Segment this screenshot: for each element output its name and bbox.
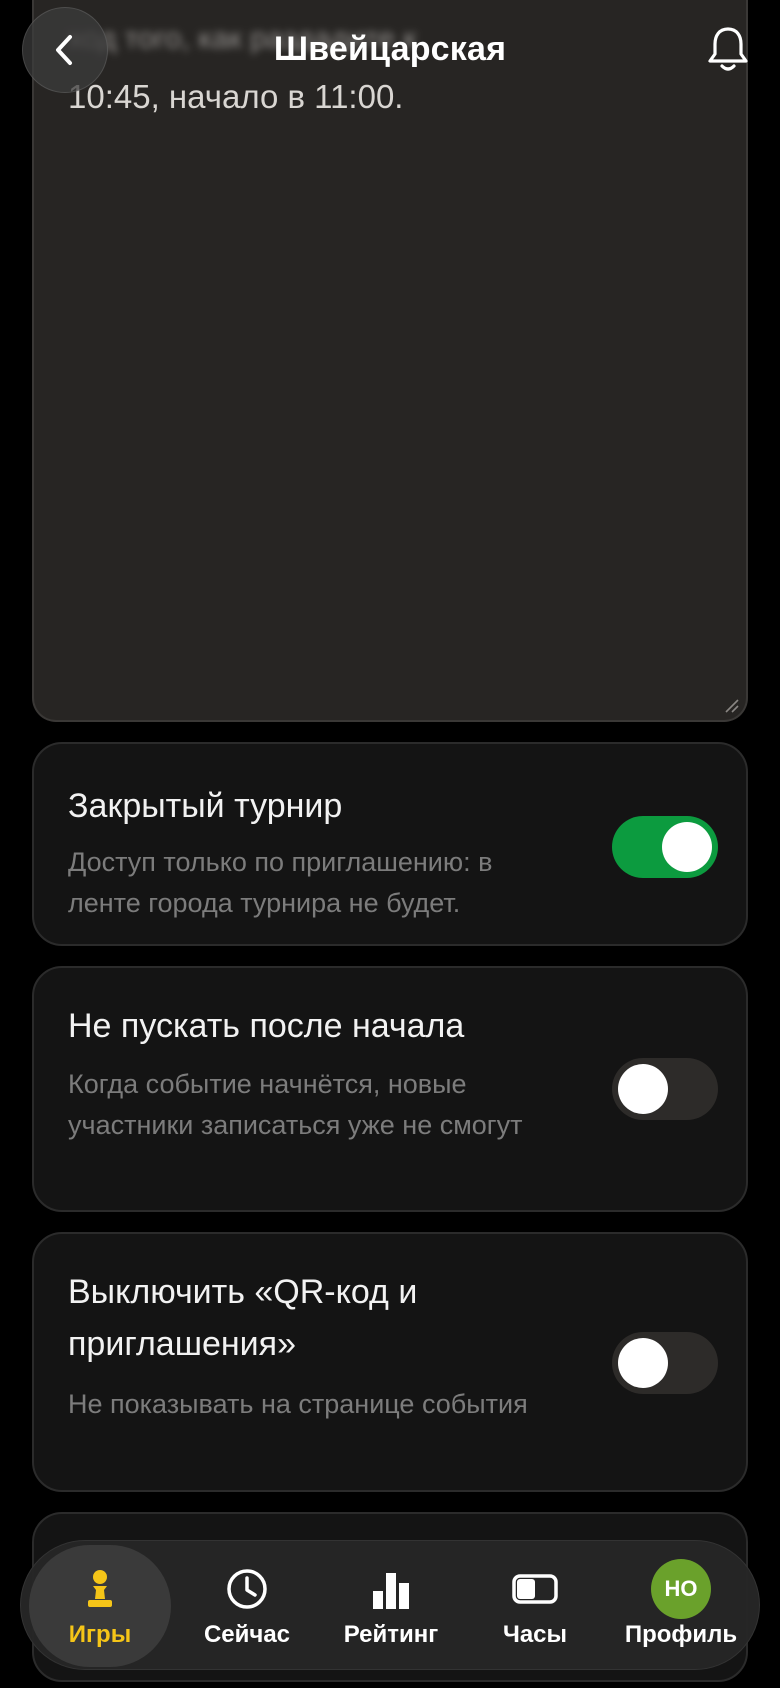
toggle-knob xyxy=(618,1064,668,1114)
nav-item-now[interactable]: Сейчас xyxy=(177,1541,317,1671)
setting-card-disable-qr: Выключить «QR-код и приглашения» Не пока… xyxy=(32,1232,748,1492)
bottom-nav: Игры Сейчас Рейтинг Часы НО Профиль xyxy=(20,1540,760,1670)
setting-title: Не пускать после начала xyxy=(68,1007,465,1045)
nav-item-clock[interactable]: Часы xyxy=(465,1541,605,1671)
bar-chart-icon xyxy=(373,1573,409,1609)
nav-label: Рейтинг xyxy=(343,1621,439,1648)
resize-grip-icon[interactable] xyxy=(722,696,740,714)
nav-item-profile[interactable]: НО Профиль xyxy=(611,1541,751,1671)
nav-label: Игры xyxy=(68,1621,132,1648)
top-bar: Швейцарская xyxy=(0,0,780,100)
setting-card-closed-tournament: Закрытый турнир Доступ только по приглаш… xyxy=(32,742,748,946)
nav-item-games[interactable]: Игры xyxy=(29,1545,171,1667)
setting-description: Доступ только по приглашению: в ленте го… xyxy=(68,847,493,918)
chess-clock-icon xyxy=(512,1574,558,1604)
setting-card-no-late-entry: Не пускать после начала Когда событие на… xyxy=(32,966,748,1212)
disable-qr-toggle[interactable] xyxy=(612,1332,718,1394)
toggle-knob xyxy=(618,1338,668,1388)
no-late-entry-toggle[interactable] xyxy=(612,1058,718,1120)
setting-title: Выключить «QR-код и приглашения» xyxy=(68,1273,418,1363)
nav-item-rating[interactable]: Рейтинг xyxy=(321,1541,461,1671)
closed-tournament-toggle[interactable] xyxy=(612,816,718,878)
description-textarea[interactable]: ход того, как раздадите к 10:45, начало … xyxy=(32,0,748,722)
toggle-knob xyxy=(662,822,712,872)
page-title: Швейцарская xyxy=(273,30,507,68)
setting-title: Закрытый турнир xyxy=(68,787,343,825)
nav-label: Часы xyxy=(502,1621,568,1648)
pawn-icon xyxy=(88,1570,112,1607)
setting-description: Когда событие начнётся, новые участники … xyxy=(68,1069,523,1140)
avatar: НО xyxy=(651,1559,711,1619)
setting-description: Не показывать на странице события xyxy=(68,1389,528,1419)
clock-icon xyxy=(227,1569,267,1609)
bell-icon[interactable] xyxy=(706,24,750,74)
nav-label: Профиль xyxy=(624,1621,738,1648)
nav-label: Сейчас xyxy=(203,1621,291,1648)
